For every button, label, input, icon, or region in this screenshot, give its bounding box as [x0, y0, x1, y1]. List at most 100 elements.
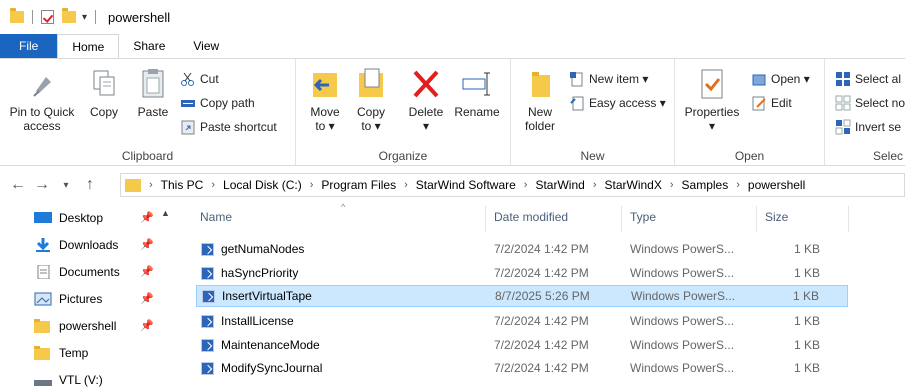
tab-home[interactable]: Home: [57, 34, 120, 58]
new-item-button[interactable]: New item ▾: [569, 69, 648, 89]
folder-icon: [10, 8, 24, 23]
tab-share[interactable]: Share: [119, 34, 179, 58]
paste-shortcut-icon: [180, 119, 196, 135]
breadcrumb-separator-icon[interactable]: ›: [310, 179, 314, 191]
delete-dropdown-icon[interactable]: ▾: [404, 119, 448, 133]
title-bar: ▾ powershell: [0, 0, 905, 34]
breadcrumb-separator-icon[interactable]: ›: [524, 179, 528, 191]
file-type: Windows PowerS...: [630, 266, 735, 280]
copy-button[interactable]: Copy: [86, 67, 122, 119]
file-name: InstallLicense: [221, 314, 294, 328]
nav-item-label: Documents: [59, 265, 120, 279]
file-name: ModifySyncJournal: [221, 361, 323, 375]
new-folder-quick-icon[interactable]: [62, 8, 76, 23]
file-row-selected[interactable]: InsertVirtualTape 8/7/2025 5:26 PM Windo…: [196, 285, 848, 307]
file-date: 7/2/2024 1:42 PM: [494, 266, 589, 280]
easy-access-icon: [569, 95, 585, 111]
breadcrumb-samples[interactable]: Samples: [682, 178, 729, 192]
pin-icon[interactable]: 📌: [140, 265, 154, 278]
column-header-type[interactable]: Type: [630, 210, 656, 224]
rename-icon: [461, 67, 493, 101]
tab-view[interactable]: View: [179, 34, 233, 58]
pin-icon[interactable]: 📌: [140, 211, 154, 224]
open-button[interactable]: Open ▾: [751, 69, 810, 89]
breadcrumb-separator-icon[interactable]: ›: [149, 179, 153, 191]
pin-icon[interactable]: 📌: [140, 292, 154, 305]
column-divider[interactable]: [621, 206, 622, 232]
cut-label: Cut: [200, 72, 219, 86]
file-row[interactable]: haSyncPriority 7/2/2024 1:42 PM Windows …: [196, 262, 848, 284]
properties-button[interactable]: Properties ▾: [681, 67, 743, 133]
breadcrumb-separator-icon[interactable]: ›: [593, 179, 597, 191]
properties-label: Properties: [684, 105, 740, 119]
new-item-label: New item ▾: [589, 72, 649, 86]
cut-button[interactable]: Cut: [180, 69, 219, 89]
file-row[interactable]: ModifySyncJournal 7/2/2024 1:42 PM Windo…: [196, 357, 848, 379]
back-arrow-icon[interactable]: ←: [6, 176, 30, 194]
file-name: haSyncPriority: [221, 266, 299, 280]
breadcrumb-starwind[interactable]: StarWind: [535, 178, 584, 192]
file-type: Windows PowerS...: [630, 338, 735, 352]
breadcrumb-program-files[interactable]: Program Files: [321, 178, 396, 192]
file-row[interactable]: InstallLicense 7/2/2024 1:42 PM Windows …: [196, 310, 848, 332]
up-arrow-icon[interactable]: ↑: [78, 176, 102, 194]
column-divider[interactable]: [485, 206, 486, 232]
move-to-icon: [309, 67, 341, 101]
recent-locations-dropdown-icon[interactable]: ▾: [54, 180, 78, 191]
file-type: Windows PowerS...: [630, 242, 735, 256]
forward-arrow-icon[interactable]: →: [30, 176, 54, 194]
pin-icon[interactable]: 📌: [140, 319, 154, 332]
new-group: New folder New item ▾ Easy access ▾ New: [511, 59, 675, 166]
new-folder-button[interactable]: New folder: [519, 67, 561, 133]
file-row[interactable]: getNumaNodes 7/2/2024 1:42 PM Windows Po…: [196, 238, 848, 260]
pin-to-quick-access-button[interactable]: Pin to Quick access: [6, 67, 78, 133]
breadcrumb-separator-icon[interactable]: ›: [404, 179, 408, 191]
breadcrumb-starwind-software[interactable]: StarWind Software: [416, 178, 516, 192]
easy-access-button[interactable]: Easy access ▾: [569, 93, 666, 113]
new-group-label: New: [580, 149, 605, 163]
address-bar[interactable]: › This PC › Local Disk (C:) › Program Fi…: [120, 173, 905, 197]
copy-path-icon: [180, 95, 196, 111]
customize-quick-access-icon[interactable]: ▾: [82, 12, 87, 23]
move-to-button[interactable]: Move to ▾: [306, 67, 344, 133]
select-none-button[interactable]: Select no: [835, 93, 905, 113]
select-all-button[interactable]: Select al: [835, 69, 901, 89]
breadcrumb-separator-icon[interactable]: ›: [670, 179, 674, 191]
new-folder-icon: [524, 67, 556, 101]
paste-button[interactable]: Paste: [133, 67, 173, 119]
rename-button[interactable]: Rename: [452, 67, 502, 119]
column-header-size[interactable]: Size: [765, 210, 788, 224]
properties-dropdown-icon[interactable]: ▾: [681, 119, 743, 133]
copy-to-icon: [355, 67, 387, 101]
breadcrumb-this-pc[interactable]: This PC: [161, 178, 204, 192]
column-divider[interactable]: [848, 206, 849, 232]
invert-selection-button[interactable]: Invert se: [835, 117, 901, 137]
column-header-date[interactable]: Date modified: [494, 210, 568, 224]
select-all-icon: [835, 71, 851, 87]
file-row[interactable]: MaintenanceMode 7/2/2024 1:42 PM Windows…: [196, 334, 848, 356]
tab-file[interactable]: File: [0, 34, 58, 58]
breadcrumb-powershell[interactable]: powershell: [748, 178, 805, 192]
folder-icon: [34, 319, 52, 333]
edit-label: Edit: [771, 96, 792, 110]
nav-item-label: Downloads: [59, 238, 119, 252]
edit-button[interactable]: Edit: [751, 93, 792, 113]
delete-button[interactable]: Delete ▾: [404, 67, 448, 133]
powershell-script-icon: [201, 338, 214, 352]
pin-icon[interactable]: 📌: [140, 238, 154, 251]
breadcrumb-local-disk[interactable]: Local Disk (C:): [223, 178, 302, 192]
file-size: 1 KB: [793, 266, 820, 280]
breadcrumb-separator-icon[interactable]: ›: [211, 179, 215, 191]
nav-item-temp[interactable]: Temp: [34, 342, 174, 364]
folder-icon: [125, 178, 141, 192]
column-divider[interactable]: [756, 206, 757, 232]
column-header-name[interactable]: Name: [200, 210, 232, 224]
new-item-icon: [569, 71, 585, 87]
copy-path-button[interactable]: Copy path: [180, 93, 255, 113]
breadcrumb-separator-icon[interactable]: ›: [736, 179, 740, 191]
copy-to-button[interactable]: Copy to ▾: [352, 67, 390, 133]
paste-shortcut-button[interactable]: Paste shortcut: [180, 117, 277, 137]
breadcrumb-starwindx[interactable]: StarWindX: [605, 178, 662, 192]
nav-item-vtl-drive[interactable]: VTL (V:): [34, 369, 174, 387]
properties-quick-icon[interactable]: [41, 10, 54, 24]
